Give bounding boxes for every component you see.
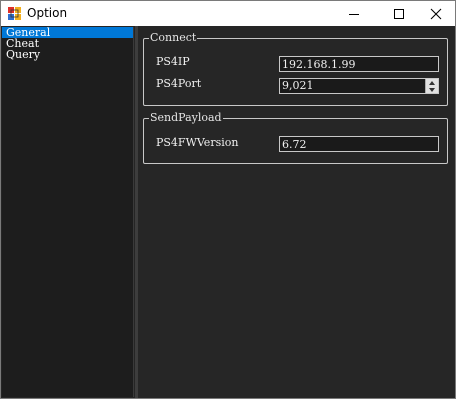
ps4ip-label: PS4IP xyxy=(156,55,190,68)
app-icon xyxy=(8,7,21,20)
sendpayload-group: SendPayload PS4FWVersion xyxy=(143,112,448,164)
ps4port-label: PS4Port xyxy=(156,77,202,90)
ps4port-stepper[interactable] xyxy=(279,78,439,94)
minimize-button[interactable] xyxy=(337,1,371,26)
ps4ip-input[interactable] xyxy=(279,56,439,72)
spin-up-button[interactable] xyxy=(426,79,438,86)
connect-group-title: Connect xyxy=(149,31,198,44)
option-category-list[interactable]: General Cheat Query xyxy=(2,27,134,397)
spin-down-button[interactable] xyxy=(426,86,438,93)
window-title: Option xyxy=(27,6,68,20)
title-bar[interactable]: Option xyxy=(1,1,455,26)
close-icon xyxy=(430,8,442,20)
ps4fwversion-label: PS4FWVersion xyxy=(156,136,239,149)
nav-item-query[interactable]: Query xyxy=(2,49,133,60)
sendpayload-group-title: SendPayload xyxy=(149,111,223,124)
ps4port-input[interactable] xyxy=(280,79,424,93)
ps4port-spin xyxy=(425,79,438,93)
connect-group: Connect PS4IP PS4Port xyxy=(143,32,448,106)
client-area: General Cheat Query Connect PS4IP PS4Por… xyxy=(1,26,455,398)
arrow-up-icon xyxy=(429,81,435,85)
ps4fwversion-input[interactable] xyxy=(279,136,439,152)
option-window: Option General Cheat Query Connect PS4IP… xyxy=(0,0,456,399)
arrow-down-icon xyxy=(429,88,435,92)
close-button[interactable] xyxy=(419,1,453,26)
maximize-button[interactable] xyxy=(382,1,416,26)
minimize-icon xyxy=(349,14,359,15)
settings-panel: Connect PS4IP PS4Port xyxy=(138,26,455,398)
maximize-icon xyxy=(394,9,404,19)
